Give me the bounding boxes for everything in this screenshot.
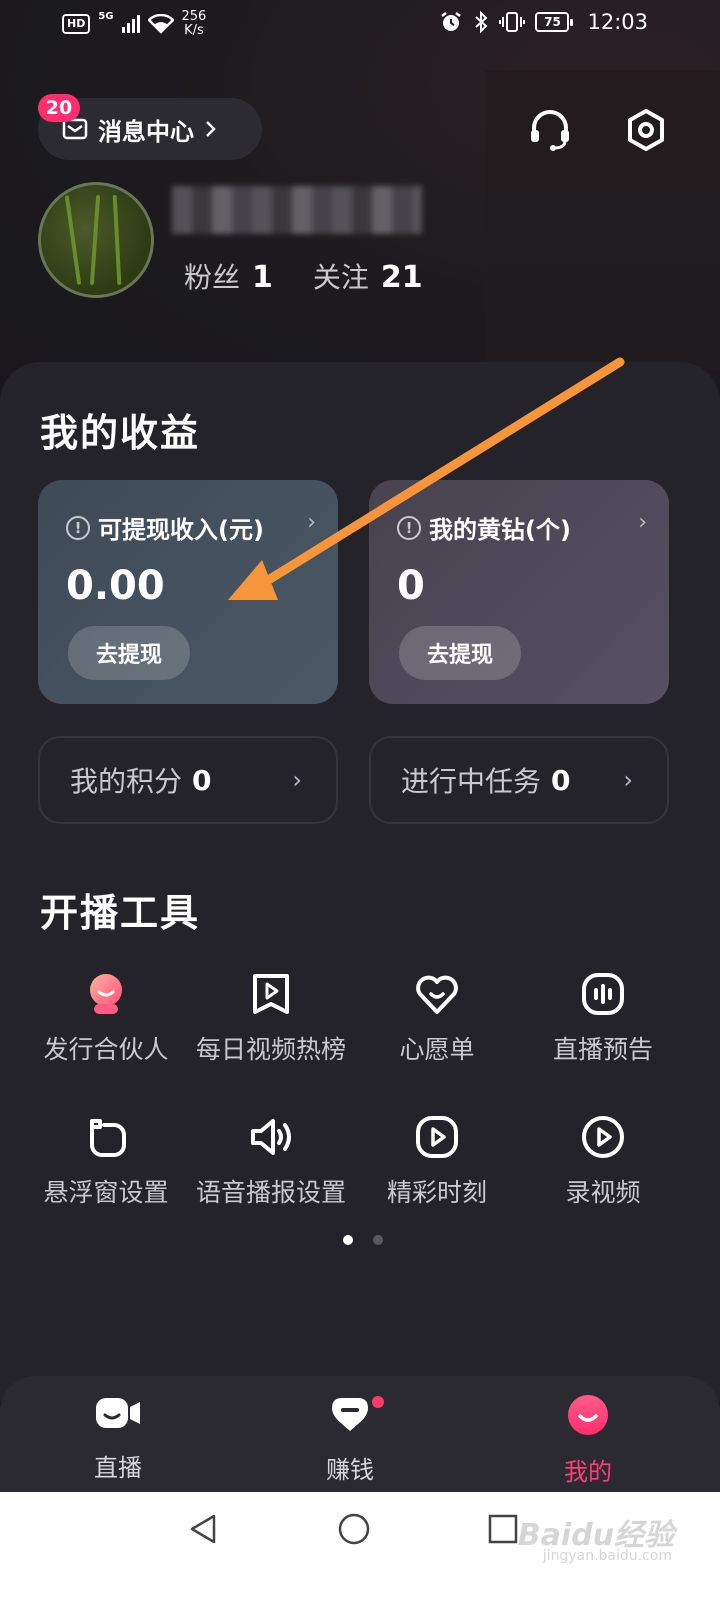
- chevron-right-icon: [206, 121, 216, 137]
- network-speed: 256 K/s: [182, 10, 207, 38]
- network-type: 5G: [98, 10, 114, 22]
- tool-highlights[interactable]: 精彩时刻: [347, 1113, 527, 1209]
- hd-indicator: HD: [62, 14, 91, 34]
- message-count-badge: 20: [38, 94, 80, 122]
- withdrawable-title: 可提现收入(元): [98, 516, 264, 544]
- chevron-right-icon: ›: [623, 766, 633, 794]
- message-center-label: 消息中心: [98, 117, 194, 146]
- points-value: 0: [192, 763, 212, 797]
- status-bar: HD 5G 256 K/s 75 12:03: [0, 0, 720, 48]
- vibrate-icon: [499, 12, 526, 32]
- withdrawable-amount: 0.00: [66, 563, 165, 609]
- bluetooth-icon: [475, 10, 488, 34]
- speed-unit: K/s: [184, 23, 204, 38]
- tool-partner[interactable]: 发行合伙人: [16, 970, 196, 1066]
- tool-label: 悬浮窗设置: [43, 1178, 169, 1207]
- signal-icon: [121, 15, 140, 33]
- clock: 12:03: [587, 10, 648, 34]
- diamond-title: 我的黄钻(个): [429, 516, 571, 544]
- chevron-right-icon: ›: [638, 510, 647, 535]
- home-icon[interactable]: [337, 1512, 371, 1546]
- tool-floating-window[interactable]: 悬浮窗设置: [16, 1113, 196, 1209]
- live-preview-icon: [582, 973, 624, 1015]
- notification-dot: [372, 1396, 384, 1408]
- partner-mascot-icon: [90, 974, 122, 1014]
- earnings-title: 我的收益: [40, 411, 201, 455]
- tasks-label: 进行中任务: [401, 765, 542, 798]
- bottom-navigation: 直播 赚钱 我的: [0, 1376, 720, 1492]
- withdraw-button[interactable]: 去提现: [68, 626, 190, 680]
- chevron-right-icon: ›: [307, 510, 316, 535]
- play-bookmark-icon: [253, 974, 289, 1014]
- system-navigation-bar: Baidu经验 jingyan.baidu.com: [0, 1492, 720, 1600]
- speaker-icon: [251, 1119, 291, 1155]
- video-camera-icon: [96, 1398, 140, 1428]
- tool-label: 精彩时刻: [386, 1178, 487, 1207]
- following-label[interactable]: 关注: [313, 256, 369, 296]
- tool-voice-broadcast[interactable]: 语音播报设置: [181, 1113, 361, 1209]
- tool-label: 发行合伙人: [43, 1035, 169, 1064]
- tasks-in-progress-item[interactable]: 进行中任务 0 ›: [369, 736, 669, 824]
- floating-window-icon: [90, 1119, 126, 1157]
- wifi-icon: [147, 14, 174, 34]
- tool-label: 每日视频热榜: [195, 1035, 346, 1064]
- withdrawable-income-card[interactable]: ! 可提现收入(元) › 0.00 去提现: [38, 480, 338, 704]
- tool-live-preview[interactable]: 直播预告: [513, 970, 693, 1066]
- profile-stats: 粉丝 1 关注 21: [184, 256, 451, 296]
- avatar[interactable]: [38, 182, 154, 298]
- fans-count[interactable]: 1: [252, 260, 273, 295]
- tool-record-video[interactable]: 录视频: [513, 1113, 693, 1209]
- chevron-right-icon: ›: [292, 766, 302, 794]
- nav-live[interactable]: 直播: [58, 1394, 178, 1483]
- info-icon: !: [397, 515, 421, 540]
- earn-icon: [332, 1398, 368, 1431]
- diamond-withdraw-button[interactable]: 去提现: [399, 626, 521, 680]
- battery-indicator: 75: [535, 12, 574, 32]
- tool-label: 直播预告: [552, 1035, 653, 1064]
- settings-hexagon-icon[interactable]: [622, 106, 670, 154]
- speed-value: 256: [181, 9, 207, 24]
- profile-smile-icon: [568, 1395, 608, 1435]
- alarm-icon: [441, 12, 462, 31]
- page-dot[interactable]: [373, 1235, 383, 1245]
- yellow-diamond-card[interactable]: ! 我的黄钻(个) › 0 去提现: [369, 480, 669, 704]
- record-play-icon: [582, 1116, 624, 1158]
- tool-wishlist[interactable]: 心愿单: [347, 970, 527, 1066]
- nav-label: 直播: [94, 1454, 142, 1482]
- message-center-button[interactable]: 20 消息中心: [38, 94, 262, 160]
- headset-icon[interactable]: [526, 106, 574, 154]
- tools-title: 开播工具: [40, 891, 201, 935]
- watermark-url: jingyan.baidu.com: [542, 1548, 672, 1564]
- info-icon: !: [66, 515, 90, 540]
- tool-label: 心愿单: [399, 1035, 475, 1064]
- nav-earn[interactable]: 赚钱: [290, 1394, 410, 1485]
- nav-me[interactable]: 我的: [528, 1394, 648, 1487]
- back-icon[interactable]: [186, 1512, 220, 1546]
- tool-daily-hot[interactable]: 每日视频热榜: [181, 970, 361, 1066]
- tool-label: 录视频: [565, 1178, 641, 1207]
- tasks-value: 0: [551, 763, 571, 797]
- username-blurred: [172, 186, 422, 234]
- recents-icon[interactable]: [486, 1512, 520, 1546]
- following-count[interactable]: 21: [381, 260, 423, 295]
- diamond-amount: 0: [397, 563, 425, 609]
- nav-label: 我的: [564, 1458, 612, 1486]
- nav-label: 赚钱: [326, 1456, 374, 1484]
- my-points-item[interactable]: 我的积分 0 ›: [38, 736, 338, 824]
- points-label: 我的积分: [70, 765, 183, 798]
- fans-label[interactable]: 粉丝: [184, 256, 240, 296]
- heart-smile-icon: [416, 975, 458, 1014]
- tool-label: 语音播报设置: [195, 1178, 346, 1207]
- page-indicator: [343, 1235, 383, 1245]
- highlight-play-icon: [416, 1116, 458, 1158]
- page-dot-active: [343, 1235, 353, 1245]
